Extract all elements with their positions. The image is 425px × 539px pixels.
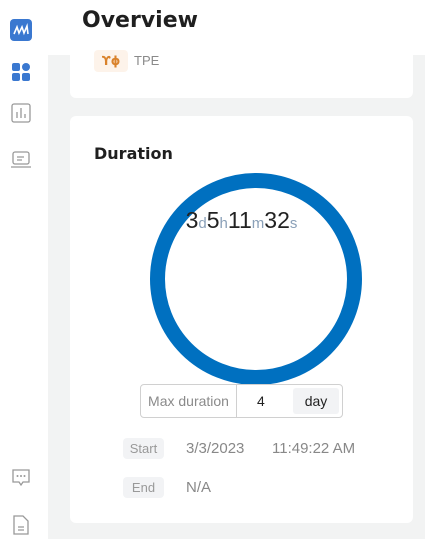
- trial-card: ϒϕ TPE: [70, 45, 413, 98]
- duration-card: Duration 3d5h11m32s Max duration 4 day S…: [70, 116, 413, 523]
- chat-icon[interactable]: [10, 467, 32, 489]
- page-title: Overview: [82, 8, 198, 33]
- max-duration-field: Max duration 4 day: [140, 384, 343, 418]
- duration-title: Duration: [94, 144, 173, 163]
- max-duration-input[interactable]: 4: [257, 385, 265, 417]
- duration-value: 3d5h11m32s: [185, 207, 298, 233]
- tuner-icon: ϒϕ: [94, 50, 128, 72]
- duration-ring: [150, 173, 362, 385]
- max-duration-label: Max duration: [141, 385, 237, 417]
- duration-unit-select[interactable]: day: [293, 388, 339, 414]
- laptop-icon[interactable]: [10, 149, 32, 171]
- start-label: Start: [123, 438, 164, 459]
- chart-icon[interactable]: [10, 102, 32, 124]
- end-value: N/A: [186, 479, 212, 496]
- logo-icon[interactable]: [10, 19, 32, 41]
- sidebar: [0, 0, 48, 539]
- dashboard-icon[interactable]: [10, 61, 32, 83]
- start-time: 11:49:22 AM: [272, 440, 356, 457]
- document-icon[interactable]: [10, 514, 32, 536]
- start-date: 3/3/2023: [186, 440, 245, 457]
- tuner-label: TPE: [134, 53, 160, 68]
- main-content: ϒϕ TPE Duration 3d5h11m32s Max duration …: [48, 45, 425, 539]
- end-label: End: [123, 477, 164, 498]
